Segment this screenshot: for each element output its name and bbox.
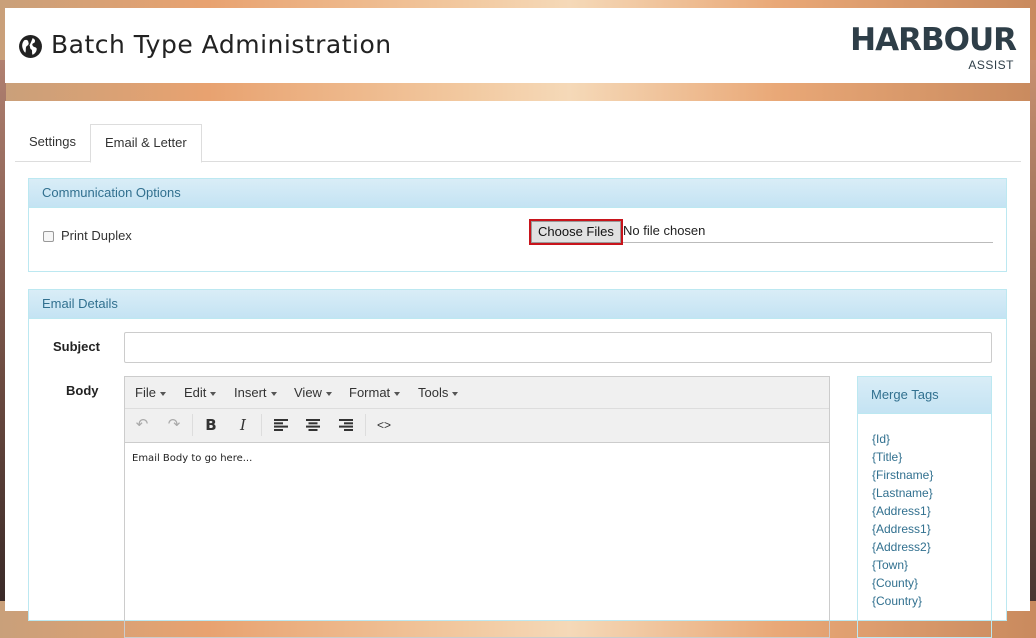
chevron-down-icon [159, 391, 166, 396]
tab-email-letter[interactable]: Email & Letter [90, 124, 202, 163]
email-details-panel: Email Details Subject Body File Edit Ins… [28, 289, 1007, 638]
print-duplex-label: Print Duplex [61, 228, 132, 243]
editor-body[interactable]: Email Body to go here... [125, 443, 829, 474]
merge-tags-heading: Merge Tags [858, 377, 991, 414]
merge-tag-item[interactable]: {Address2} [872, 538, 991, 556]
chevron-down-icon [270, 391, 277, 396]
page-title: Batch Type Administration [51, 30, 392, 59]
merge-tag-item[interactable]: {Town} [872, 556, 991, 574]
merge-tags-list: {Id} {Title} {Firstname} {Lastname} {Add… [858, 414, 991, 610]
merge-tag-item[interactable]: {Id} [872, 430, 991, 448]
undo-icon[interactable]: ↶ [130, 413, 154, 437]
menu-file[interactable]: File [135, 377, 166, 408]
chevron-down-icon [394, 391, 401, 396]
toolbar-divider [261, 414, 262, 436]
menu-format[interactable]: Format [349, 377, 401, 408]
source-code-icon[interactable]: <> [372, 413, 396, 437]
merge-tag-item[interactable]: {Country} [872, 592, 991, 610]
email-details-heading: Email Details [29, 290, 1006, 319]
merge-tag-item[interactable]: {Firstname} [872, 466, 991, 484]
logo-text: HARBOUR [850, 22, 1017, 58]
align-left-icon[interactable] [269, 413, 293, 437]
logo-subtext: ASSIST [968, 58, 1014, 72]
merge-tag-item[interactable]: {County} [872, 574, 991, 592]
tab-bar: Settings Email & Letter [15, 124, 1021, 163]
align-right-icon[interactable] [334, 413, 358, 437]
menu-insert[interactable]: Insert [234, 377, 277, 408]
print-duplex-checkbox[interactable] [43, 231, 54, 242]
rich-text-editor: File Edit Insert View Format Tools ↶ ↷ B… [124, 376, 830, 638]
harbour-assist-logo: HARBOUR ASSIST [850, 23, 1017, 73]
merge-tags-panel: Merge Tags {Id} {Title} {Firstname} {Las… [857, 376, 992, 638]
merge-tag-item[interactable]: {Title} [872, 448, 991, 466]
menu-tools[interactable]: Tools [418, 377, 459, 408]
chevron-down-icon [210, 391, 217, 396]
background-right [1030, 60, 1036, 601]
subject-label: Subject [53, 339, 100, 354]
toolbar-divider [192, 414, 193, 436]
merge-tag-item[interactable]: {Address1} [872, 502, 991, 520]
chevron-down-icon [452, 391, 459, 396]
communication-options-panel: Communication Options Print Duplex Choos… [28, 178, 1007, 272]
toolbar-divider [365, 414, 366, 436]
menu-view[interactable]: View [294, 377, 332, 408]
subject-input[interactable] [124, 332, 992, 363]
redo-icon[interactable]: ↷ [162, 413, 186, 437]
chevron-down-icon [325, 391, 332, 396]
italic-icon[interactable]: I [231, 413, 255, 437]
merge-tag-item[interactable]: {Lastname} [872, 484, 991, 502]
menu-edit[interactable]: Edit [184, 377, 217, 408]
body-label: Body [66, 383, 99, 398]
align-center-icon[interactable] [301, 413, 325, 437]
choose-files-button[interactable]: Choose Files [531, 221, 621, 243]
file-status-text: No file chosen [623, 223, 706, 238]
merge-tag-item[interactable]: {Address1} [872, 520, 991, 538]
globe-icon [19, 35, 42, 58]
main-panel: Settings Email & Letter Communication Op… [5, 101, 1030, 638]
bold-icon[interactable]: B [199, 413, 223, 437]
editor-menubar: File Edit Insert View Format Tools [125, 377, 829, 409]
tab-settings[interactable]: Settings [15, 124, 90, 160]
communication-options-heading: Communication Options [29, 179, 1006, 208]
file-upload: Choose Files No file chosen [531, 221, 993, 243]
page-header: Batch Type Administration HARBOUR ASSIST [5, 8, 1030, 83]
editor-toolbar: ↶ ↷ B I <> [125, 409, 829, 443]
